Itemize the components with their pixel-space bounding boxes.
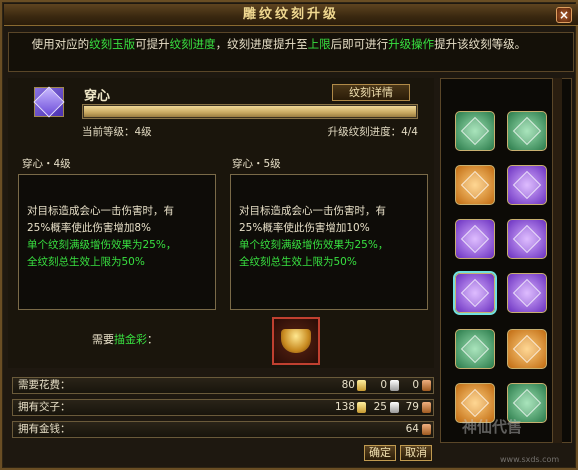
need-item-name: 描金彩 [114, 333, 147, 346]
intro-highlight-3: 上限 [307, 37, 331, 51]
miaojincai-item-slot[interactable] [272, 317, 320, 365]
current-level: 当前等级：4级 [82, 126, 152, 138]
next-desc-line-1: 对目标造成会心一击伤害时，有 [239, 205, 386, 217]
close-button[interactable]: × [556, 7, 572, 23]
purple-rune-icon[interactable] [507, 219, 547, 259]
need-prefix: 需要 [92, 333, 114, 346]
copper-amount: 64 [405, 423, 419, 435]
required-material: 需要描金彩： [92, 331, 158, 347]
green-rune-icon[interactable] [455, 111, 495, 151]
current-level-description: 对目标造成会心一击伤害时，有 25%概率使此伤害增加8% 单个纹刻满级增伤效果为… [18, 174, 216, 310]
current-desc-line-2: 25%概率使此伤害增加8% [27, 222, 151, 234]
current-desc-green-1: 单个纹刻满级增伤效果为25%， [27, 239, 177, 251]
intro-highlight-1: 纹刻玉版 [89, 37, 136, 51]
intro-part-3: ，纹刻进度提升至 [215, 37, 308, 51]
copper-coin-icon [422, 424, 431, 435]
orange-rune-icon[interactable] [507, 329, 547, 369]
purple-rune-icon[interactable] [455, 219, 495, 259]
window-title: 雕纹纹刻升级 [242, 7, 339, 22]
intro-part-5: 提升该纹刻等级。 [434, 37, 527, 51]
next-desc-line-2: 25%概率使此伤害增加10% [239, 222, 370, 234]
upgrade-progress: 升级纹刻进度：4/4 [327, 126, 418, 138]
gold-pot-icon [281, 329, 311, 353]
current-desc-line-1: 对目标造成会心一击伤害时，有 [27, 205, 174, 217]
progress-fill [84, 106, 416, 117]
intro-highlight-2: 纹刻进度 [169, 37, 216, 51]
cost-label: 拥有金钱： [18, 423, 71, 435]
intro-highlight-4: 升级操作 [388, 37, 435, 51]
next-level-title: 穿心・5级 [232, 158, 281, 170]
next-desc-green-1: 单个纹刻满级增伤效果为25%， [239, 239, 389, 251]
rune-list-scrollbar[interactable] [552, 78, 562, 443]
green-rune-icon[interactable] [455, 329, 495, 369]
progress-bar [82, 104, 418, 119]
upgrade-window: 雕纹纹刻升级 × 使用对应的纹刻玉版可提升纹刻进度，纹刻进度提升至上限后即可进行… [0, 0, 578, 470]
cost-row-jiaozi: 拥有交子： 138 25 79 [12, 399, 434, 416]
orange-rune-icon[interactable] [455, 165, 495, 205]
cost-row-money: 拥有金钱： 64 [12, 421, 434, 438]
intro-part-1: 使用对应的 [31, 37, 90, 51]
cost-row-required: 需要花费： 80 0 0 [12, 377, 434, 394]
purple-rune-icon[interactable] [455, 273, 495, 313]
copper-coin-icon [422, 380, 431, 391]
copper-amount: 0 [412, 379, 419, 391]
copper-amount: 79 [405, 401, 419, 413]
intro-part-2: 可提升 [135, 37, 170, 51]
green-rune-icon[interactable] [507, 111, 547, 151]
intro-text: 使用对应的纹刻玉版可提升纹刻进度，纹刻进度提升至上限后即可进行升级操作提升该纹刻… [8, 32, 574, 72]
watermark-url: www.sxds.com [500, 455, 560, 464]
cost-label: 拥有交子： [18, 401, 71, 413]
current-level-title: 穿心・4级 [22, 158, 71, 170]
title-bar: 雕纹纹刻升级 × [4, 4, 578, 26]
watermark-logo: 神仙代售 [462, 418, 523, 436]
copper-coin-icon [422, 402, 431, 413]
chuanxin-rune-icon [33, 86, 65, 118]
purple-rune-icon[interactable] [507, 273, 547, 313]
intro-part-4: 后即可进行 [330, 37, 389, 51]
purple-rune-icon[interactable] [507, 165, 547, 205]
skill-name: 穿心 [84, 89, 111, 104]
rune-detail-button[interactable]: 纹刻详情 [332, 84, 410, 101]
next-level-description: 对目标造成会心一击伤害时，有 25%概率使此伤害增加10% 单个纹刻满级增伤效果… [230, 174, 428, 310]
need-suffix: ： [147, 333, 158, 346]
confirm-button[interactable]: 确定 [364, 445, 396, 461]
current-desc-green-2: 全纹刻总生效上限为50% [27, 256, 145, 268]
upgrade-panel: 穿心 纹刻详情 当前等级：4级 升级纹刻进度：4/4 穿心・4级 对目标造成会心… [8, 78, 434, 368]
cancel-button[interactable]: 取消 [400, 445, 432, 461]
cost-label: 需要花费： [18, 379, 71, 391]
next-desc-green-2: 全纹刻总生效上限为50% [239, 256, 357, 268]
